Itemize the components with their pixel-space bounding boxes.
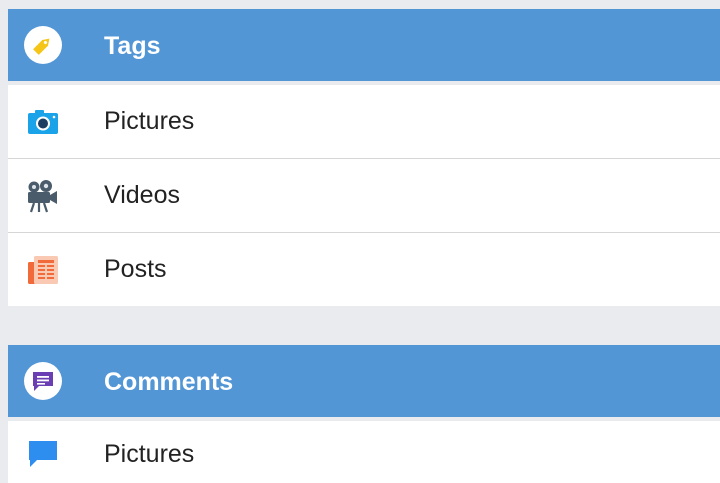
comments-title: Comments: [104, 368, 234, 396]
list-item-label: Pictures: [104, 440, 195, 468]
tags-title: Tags: [104, 32, 161, 60]
tags-panel: Tags Pictures Videos Posts: [8, 9, 720, 306]
tag-icon: [24, 26, 62, 64]
film-camera-icon: [26, 179, 60, 213]
newspaper-icon: [26, 253, 60, 287]
chat-bubble-icon: [26, 437, 60, 471]
list-item-tags-videos[interactable]: Videos: [8, 159, 720, 233]
comments-header[interactable]: Comments: [8, 345, 720, 421]
list-item-comments-pictures[interactable]: Pictures: [8, 421, 720, 483]
list-item-label: Posts: [104, 255, 167, 283]
list-item-label: Pictures: [104, 107, 195, 135]
comments-panel: Comments Pictures: [8, 345, 720, 483]
tags-header[interactable]: Tags: [8, 9, 720, 85]
list-item-label: Videos: [104, 181, 180, 209]
camera-icon: [26, 105, 60, 139]
comment-icon: [24, 362, 62, 400]
list-item-tags-pictures[interactable]: Pictures: [8, 85, 720, 159]
list-item-tags-posts[interactable]: Posts: [8, 233, 720, 306]
